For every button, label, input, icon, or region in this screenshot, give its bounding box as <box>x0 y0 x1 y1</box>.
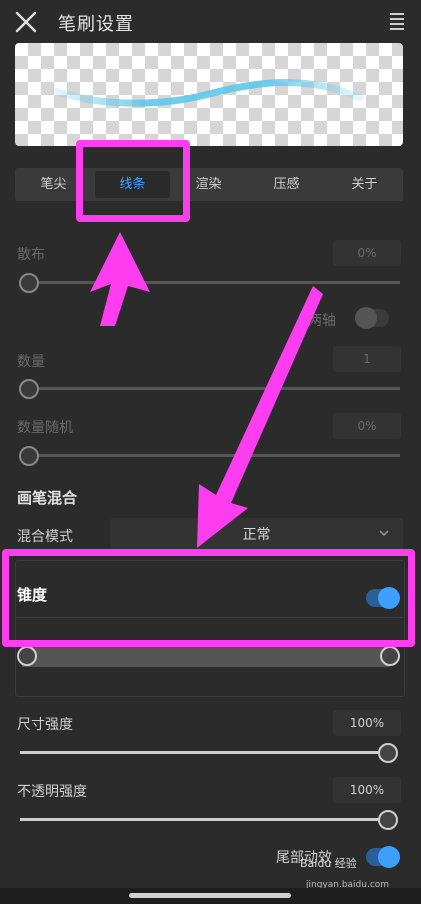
opacity-strength-knob[interactable] <box>378 810 398 830</box>
opacity-strength-label: 不透明强度 <box>17 784 87 800</box>
close-icon[interactable] <box>12 8 40 36</box>
two-axis-toggle[interactable] <box>355 307 389 329</box>
home-indicator <box>129 893 291 898</box>
tab-tip[interactable]: 笔尖 <box>15 168 92 201</box>
tab-stroke[interactable]: 线条 <box>94 168 171 201</box>
count-random-slider[interactable] <box>28 454 400 457</box>
tab-bar: 笔尖 线条 渲染 压感 关于 <box>15 168 403 201</box>
arrow-down-annotation <box>197 286 323 548</box>
count-random-value[interactable]: 0% <box>333 413 401 439</box>
two-axis-label: 两轴 <box>308 313 336 329</box>
tab-render[interactable]: 渲染 <box>170 168 247 201</box>
tab-about[interactable]: 关于 <box>326 168 403 201</box>
count-slider[interactable] <box>28 387 400 390</box>
arrow-up-annotation <box>90 232 150 326</box>
taper-toggle[interactable] <box>366 587 400 609</box>
count-random-slider-knob[interactable] <box>19 446 39 466</box>
tail-effect-toggle[interactable] <box>366 846 400 868</box>
taper-panel <box>15 560 405 697</box>
menu-icon[interactable] <box>390 10 404 30</box>
size-strength-slider[interactable] <box>20 751 388 754</box>
blend-mode-value: 正常 <box>242 527 271 543</box>
scatter-value[interactable]: 0% <box>333 240 401 266</box>
taper-end-knob[interactable] <box>380 646 400 666</box>
taper-label: 锥度 <box>17 586 48 604</box>
blend-mode-select[interactable]: 正常 <box>110 518 403 552</box>
taper-range-slider[interactable] <box>22 647 390 667</box>
tab-pressure[interactable]: 压感 <box>248 168 325 201</box>
top-bar: 笔刷设置 <box>0 0 421 44</box>
taper-start-knob[interactable] <box>17 646 37 666</box>
scatter-label: 散布 <box>17 247 45 263</box>
count-slider-knob[interactable] <box>19 379 39 399</box>
count-label: 数量 <box>17 354 45 370</box>
size-strength-knob[interactable] <box>378 743 398 763</box>
blend-mode-label: 混合模式 <box>17 529 73 545</box>
scatter-slider-knob[interactable] <box>19 273 39 293</box>
scatter-slider[interactable] <box>28 281 400 284</box>
chevron-down-icon <box>378 527 390 542</box>
count-random-label: 数量随机 <box>17 420 73 436</box>
blend-section-title: 画笔混合 <box>17 489 78 507</box>
page-title: 笔刷设置 <box>58 14 134 35</box>
count-value[interactable]: 1 <box>333 346 401 372</box>
opacity-strength-slider[interactable] <box>20 818 388 821</box>
size-strength-value[interactable]: 100% <box>333 710 401 736</box>
size-strength-label: 尺寸强度 <box>17 717 73 733</box>
brush-preview <box>15 43 403 146</box>
opacity-strength-value[interactable]: 100% <box>333 777 401 803</box>
divider <box>15 617 403 618</box>
watermark-brand: Baidu 经验 <box>300 857 357 870</box>
